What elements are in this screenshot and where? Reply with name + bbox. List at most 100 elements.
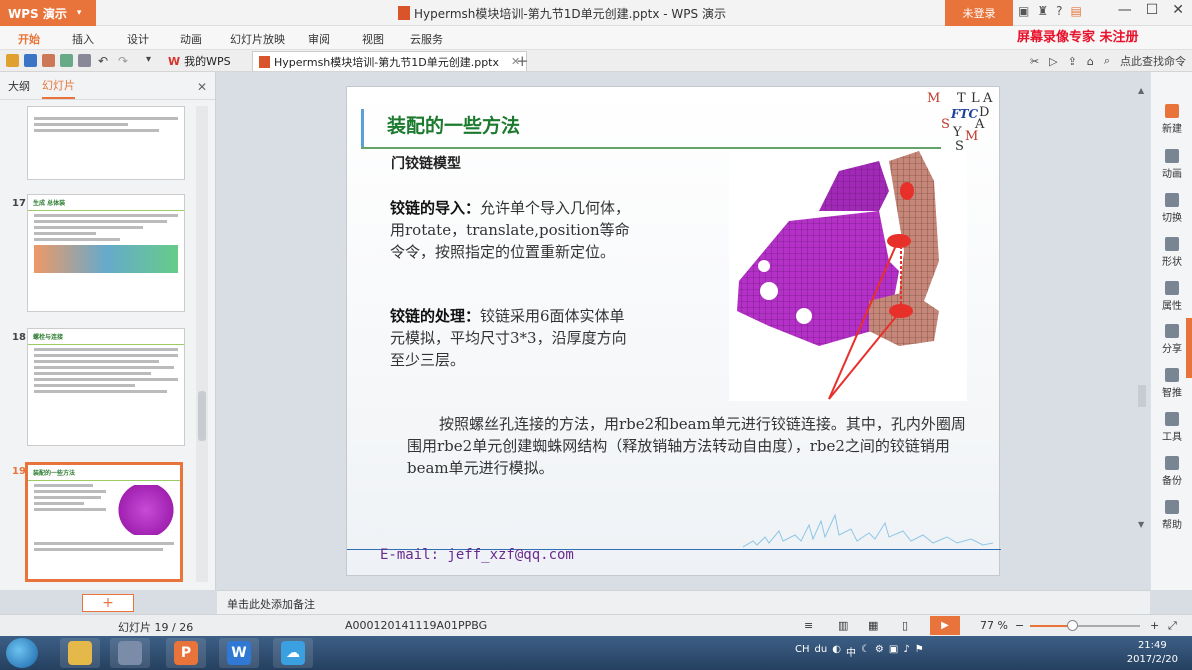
slide-thumbnail[interactable]: 螺栓与连接 [27,328,185,446]
print-icon[interactable] [60,54,73,67]
minimize-icon[interactable]: — [1118,2,1132,18]
taskbar-hypermesh[interactable] [110,638,150,668]
shirt-icon[interactable]: ♜ [1037,4,1048,18]
presentation-file-icon [259,55,270,68]
taskbar-explorer[interactable] [60,638,100,668]
help-icon[interactable]: ? [1056,4,1062,18]
close-icon[interactable]: ✕ [1172,2,1184,18]
window-controls: — ☐ ✕ [1118,2,1184,18]
sorter-view-icon[interactable]: ▦ [868,619,878,632]
upload-icon[interactable]: ⇪ [1068,55,1077,68]
sidebar-tools[interactable]: 工具 [1151,412,1192,443]
undo-icon[interactable]: ↶ [98,54,111,68]
menu-review[interactable]: 审阅 [308,31,330,47]
chinese-input-icon[interactable]: 中 [846,644,856,659]
app-icon[interactable]: ▤ [1070,4,1081,18]
ime-mode-icon[interactable]: ◐ [832,644,841,659]
language-indicator[interactable]: CH [795,644,810,659]
slide-thumbnail-selected[interactable]: 装配的一些方法 [25,462,183,582]
wps-button-label: WPS 演示 [8,6,67,21]
new-tab-icon[interactable]: + [516,52,529,70]
skin-icon[interactable]: ▣ [1018,4,1029,18]
recorder-watermark: 屏幕录像专家 未注册 [1017,30,1139,45]
punctuation-icon[interactable]: ☾ [861,644,870,659]
command-search[interactable]: 点此查找命令 [1120,53,1186,69]
flag-icon[interactable]: ⚑ [915,644,924,659]
login-button[interactable]: 未登录 [945,0,1013,26]
panel-scrollbar[interactable] [196,106,208,582]
menu-view[interactable]: 视图 [362,31,384,47]
import-paragraph[interactable]: 铰链的导入：允许单个导入几何体，用rotate，translate,positi… [390,197,638,263]
menu-slideshow[interactable]: 幻灯片放映 [230,31,285,47]
system-clock[interactable]: 21:49 2017/2/20 [1127,639,1178,667]
menu-insert[interactable]: 插入 [72,31,94,47]
title-accent-bar [361,109,364,149]
scroll-up-icon[interactable]: ▲ [1138,86,1144,95]
share-icon[interactable]: ▷ [1049,55,1057,68]
sidebar-shape[interactable]: 形状 [1151,237,1192,268]
wps-menu-button[interactable]: WPS 演示 ▾ [0,0,96,26]
more-icon[interactable]: ▾ [146,54,159,67]
system-tray: CH du ◐ 中 ☾ ⚙ ▣ ♪ ⚑ [795,644,924,659]
sidebar-backup[interactable]: 备份 [1151,456,1192,487]
export-pdf-icon[interactable] [42,54,55,67]
fit-window-icon[interactable]: ⤢ [1168,619,1177,633]
reading-view-icon[interactable]: ▯ [902,619,908,632]
sidebar-new[interactable]: 新建 [1151,104,1192,135]
connection-paragraph[interactable]: 按照螺丝孔连接的方法，用rbe2和beam单元进行铰链连接。其中，孔内外圈周围用… [407,413,967,479]
zoom-slider-handle[interactable] [1067,620,1078,631]
volume-icon[interactable]: ♪ [903,644,909,659]
hinge-model-image[interactable] [729,151,967,401]
properties-icon [1165,281,1179,295]
notes-pane[interactable]: 单击此处添加备注 [217,590,1150,614]
process-paragraph[interactable]: 铰链的处理：铰链采用6面体实体单元模拟，平均尺寸3*3，沿厚度方向至少三层。 [390,305,638,371]
network-icon[interactable]: ▣ [889,644,898,659]
clock-time: 21:49 [1137,640,1167,651]
slide-subtitle[interactable]: 门铰链模型 [391,153,461,173]
maximize-icon[interactable]: ☐ [1146,2,1159,18]
menu-design[interactable]: 设计 [127,31,149,47]
notes-toggle-icon[interactable]: ≡ [804,619,813,632]
sidebar-animation[interactable]: 动画 [1151,149,1192,180]
title-underline [361,147,941,149]
sidebar-collapse-handle[interactable] [1186,318,1192,378]
scroll-down-icon[interactable]: ▼ [1138,520,1144,529]
slide-title[interactable]: 装配的一些方法 [387,111,520,138]
zoom-in-icon[interactable]: + [1150,619,1159,632]
open-icon[interactable] [6,54,19,67]
slide-scrollbar[interactable]: ▲ ▼ [1136,86,1148,580]
tab-document[interactable]: Hypermsh模块培训-第九节1D单元创建.pptx ✕ [252,51,528,71]
search-icon[interactable]: ⌕ [1104,54,1110,68]
sidebar-transition[interactable]: 切换 [1151,193,1192,224]
preview-icon[interactable] [78,54,91,67]
sidebar-help[interactable]: 帮助 [1151,500,1192,531]
play-slideshow-button[interactable]: ▶ [930,616,960,635]
normal-view-icon[interactable]: ▥ [838,619,848,632]
input-method-icon[interactable]: du [815,644,828,659]
tab-slides[interactable]: 幻灯片 [42,73,75,99]
clear-icon[interactable]: ✂ [1030,55,1039,68]
menu-cloud[interactable]: 云服务 [410,31,443,47]
add-slide-button[interactable]: + [82,594,134,612]
close-icon[interactable]: ✕ [197,80,207,94]
menu-bar: 开始 插入 设计 动画 幻灯片放映 审阅 视图 云服务 [0,26,1192,50]
email-footer[interactable]: E-mail: jeff_xzf@qq.com [380,547,574,563]
menu-home[interactable]: 开始 [18,31,40,47]
save-icon[interactable] [24,54,37,67]
tab-my-wps[interactable]: W 我的WPS [162,51,237,71]
taskbar-cloud[interactable]: ☁ [273,638,313,668]
tab-outline[interactable]: 大纲 [8,74,30,98]
redo-icon[interactable]: ↷ [118,54,131,68]
settings-icon[interactable]: ⌂ [1087,55,1094,68]
zoom-out-icon[interactable]: − [1015,619,1024,632]
process-heading: 铰链的处理： [390,307,481,325]
city-skyline-decoration [743,513,993,548]
sidebar-properties[interactable]: 属性 [1151,281,1192,312]
menu-animation[interactable]: 动画 [180,31,202,47]
taskbar-wps-writer[interactable]: W [219,638,259,668]
slide-thumbnail[interactable] [27,106,185,180]
taskbar-wps-presentation[interactable]: P [166,638,206,668]
settings-icon[interactable]: ⚙ [875,644,884,659]
slide-thumbnail[interactable]: 生成 总体装 [27,194,185,312]
start-button[interactable] [6,638,38,668]
